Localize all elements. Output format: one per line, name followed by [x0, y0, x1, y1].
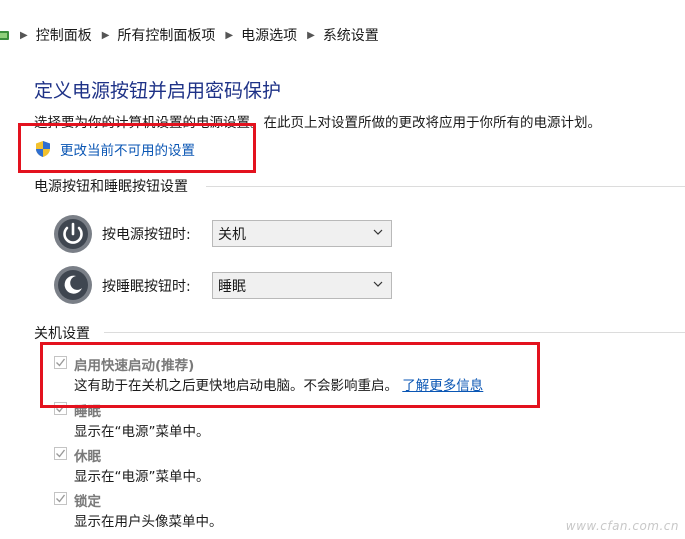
chevron-right-icon: ▶	[307, 29, 315, 41]
section-divider	[104, 332, 685, 333]
section-heading-text: 电源按钮和睡眠按钮设置	[34, 179, 188, 195]
power-buttons-section-heading: 电源按钮和睡眠按钮设置	[34, 176, 188, 196]
power-button-label: 按电源按钮时:	[102, 227, 191, 243]
chevron-right-icon: ▶	[101, 29, 110, 41]
breadcrumb: ▶ 控制面板 ▶ 所有控制面板项 ▶ 电源选项 ▶ 系统设置	[0, 22, 379, 48]
chevron-down-icon	[373, 229, 383, 235]
section-heading-text: 关机设置	[34, 326, 90, 342]
highlight-box	[18, 123, 256, 173]
sleep-option-description: 显示在“电源”菜单中。	[74, 424, 210, 440]
power-button-selected-value: 关机	[218, 226, 246, 243]
lock-option-description: 显示在用户头像菜单中。	[74, 514, 223, 530]
breadcrumb-item-control-panel[interactable]: 控制面板	[36, 25, 92, 45]
lock-option-title: 锁定	[74, 494, 101, 510]
chevron-right-icon: ▶	[20, 29, 28, 41]
chevron-right-icon: ▶	[225, 29, 234, 41]
hibernate-option-description: 显示在“电源”菜单中。	[74, 469, 210, 485]
sleep-button-label: 按睡眠按钮时:	[102, 279, 191, 295]
checkmark-icon	[56, 449, 66, 458]
sleep-button-selected-value: 睡眠	[218, 278, 246, 295]
watermark: www.cfan.com.cn	[565, 519, 679, 533]
breadcrumb-item-system-settings[interactable]: 系统设置	[323, 25, 379, 45]
breadcrumb-item-power-options[interactable]: 电源选项	[241, 25, 297, 45]
power-button-icon	[54, 215, 92, 253]
checkmark-icon	[56, 494, 66, 503]
lock-checkbox[interactable]	[54, 492, 67, 505]
chevron-down-icon	[373, 281, 383, 287]
breadcrumb-item-all-items[interactable]: 所有控制面板项	[117, 25, 215, 45]
sleep-button-action-select[interactable]: 睡眠	[212, 272, 392, 299]
shutdown-section-heading: 关机设置	[34, 323, 90, 343]
control-panel-icon	[0, 31, 9, 40]
hibernate-checkbox[interactable]	[54, 447, 67, 460]
sleep-button-icon	[54, 266, 92, 304]
page-title: 定义电源按钮并启用密码保护	[34, 80, 282, 102]
power-button-action-select[interactable]: 关机	[212, 220, 392, 247]
hibernate-option-title: 休眠	[74, 449, 101, 465]
highlight-box	[40, 342, 540, 408]
section-divider	[206, 186, 685, 187]
